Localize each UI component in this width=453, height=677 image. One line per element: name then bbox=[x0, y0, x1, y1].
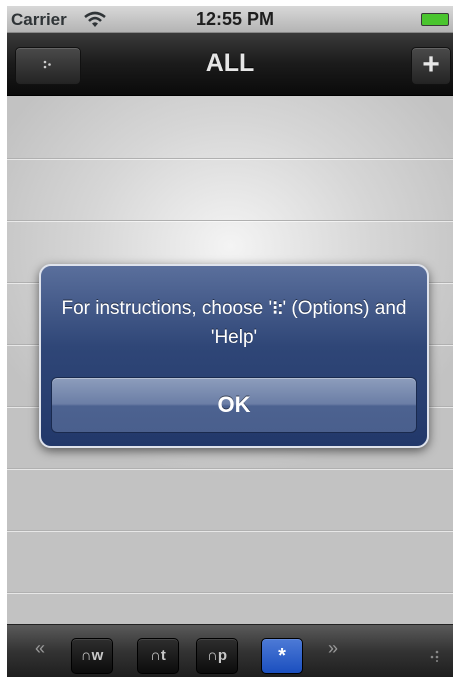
resize-icon[interactable] bbox=[427, 649, 439, 667]
filter-button-t[interactable]: ∩t bbox=[137, 638, 179, 674]
options-icon bbox=[43, 57, 53, 75]
alert-message: For instructions, choose '⁝:' (Options) … bbox=[51, 294, 417, 352]
status-bar: Carrier 12:55 PM bbox=[7, 6, 453, 33]
battery-icon bbox=[421, 13, 449, 26]
options-icon: ⁝: bbox=[272, 298, 283, 319]
alert-dialog: For instructions, choose '⁝:' (Options) … bbox=[39, 264, 429, 448]
filter-button-all[interactable]: * bbox=[261, 638, 303, 674]
alert-message-text: For instructions, choose ' bbox=[61, 298, 273, 319]
status-clock: 12:55 PM bbox=[195, 9, 275, 29]
phone-screen: Carrier 12:55 PM ALL + For instructions,… bbox=[7, 6, 453, 677]
filter-button-w[interactable]: ∩w bbox=[71, 638, 113, 674]
next-arrow-icon[interactable]: » bbox=[323, 638, 343, 659]
filter-button-p[interactable]: ∩p bbox=[196, 638, 238, 674]
ruled-line bbox=[7, 220, 453, 221]
bottom-toolbar: « ∩w ∩t ∩p * » bbox=[7, 624, 453, 677]
wifi-icon bbox=[83, 10, 107, 33]
ruled-line bbox=[7, 468, 453, 469]
ruled-line bbox=[7, 530, 453, 531]
carrier-label: Carrier bbox=[11, 10, 67, 29]
ok-button[interactable]: OK bbox=[51, 377, 417, 433]
options-button[interactable] bbox=[15, 47, 81, 85]
navigation-bar: ALL + bbox=[7, 33, 453, 96]
ruled-line bbox=[7, 592, 453, 593]
nav-title: ALL bbox=[205, 49, 255, 77]
ruled-line bbox=[7, 158, 453, 159]
add-button[interactable]: + bbox=[411, 47, 451, 85]
previous-arrow-icon[interactable]: « bbox=[30, 638, 50, 659]
